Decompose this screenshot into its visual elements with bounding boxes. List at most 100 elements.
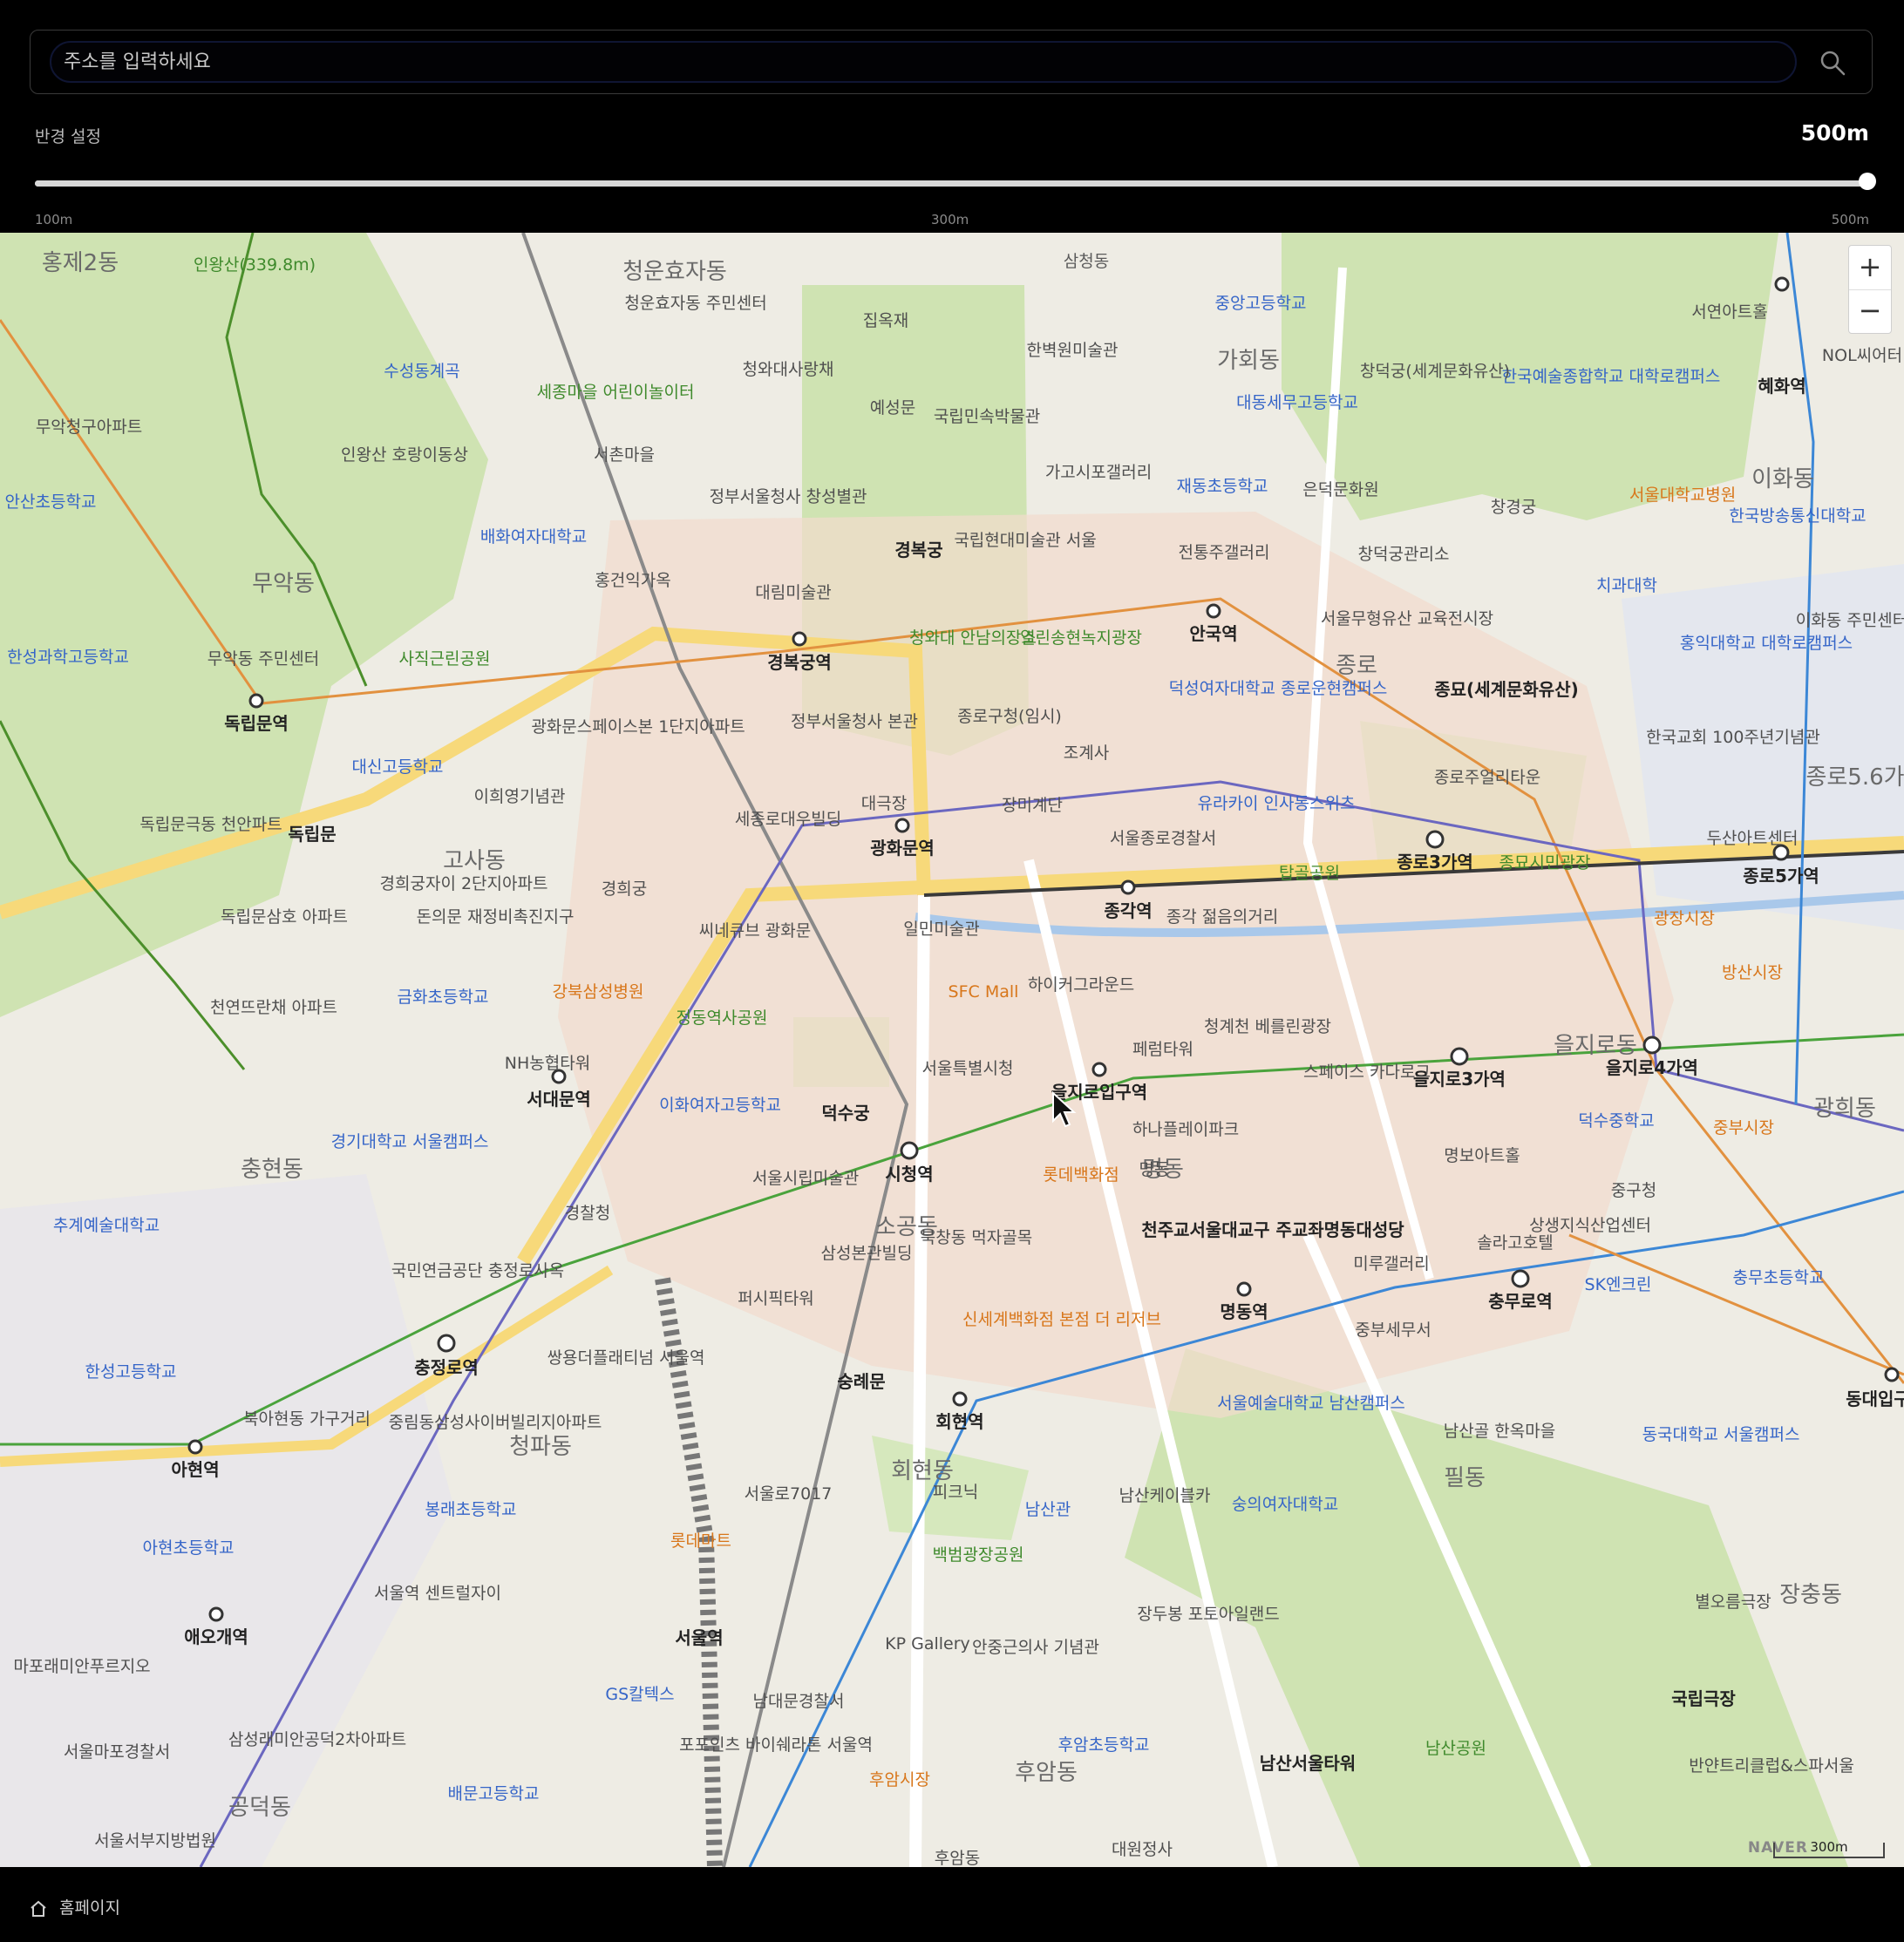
poi-label[interactable]: 강북삼성병원: [553, 979, 644, 1002]
poi-label[interactable]: 정부서울청사 창성별관: [710, 484, 867, 507]
poi-label[interactable]: 두산아트센터: [1707, 825, 1799, 849]
poi-label[interactable]: 배화여자대학교: [480, 524, 587, 547]
footer-home-link[interactable]: 홈페이지: [30, 1895, 120, 1918]
poi-label[interactable]: 방산시장: [1722, 960, 1783, 983]
poi-label[interactable]: 경희궁자이 2단지아파트: [380, 871, 548, 894]
poi-label[interactable]: 추계예술대학교: [53, 1212, 160, 1236]
poi-label[interactable]: 이화여자고등학교: [659, 1092, 781, 1116]
poi-label[interactable]: 남산서울타워: [1260, 1749, 1356, 1775]
poi-label[interactable]: 서울서부지방법원: [94, 1828, 216, 1851]
poi-label[interactable]: 종묘시민광장: [1499, 850, 1591, 873]
poi-label[interactable]: 천연뜨란채 아파트: [210, 995, 337, 1018]
poi-label[interactable]: 삼성본관빌딩: [821, 1240, 913, 1264]
poi-label[interactable]: 일민미술관: [903, 916, 979, 940]
poi-label[interactable]: 대동세무고등학교: [1236, 390, 1358, 413]
poi-label[interactable]: 퍼시픽타워: [738, 1286, 813, 1309]
poi-label[interactable]: 미루갤러리: [1353, 1251, 1429, 1274]
poi-label[interactable]: 인왕산 호랑이동상: [341, 442, 468, 465]
poi-label[interactable]: 세종마을 어린이놀이터: [537, 379, 695, 403]
station-label[interactable]: 충정로역: [414, 1354, 479, 1379]
poi-label[interactable]: 남산관: [1025, 1497, 1071, 1520]
poi-label[interactable]: 장미계단: [1002, 792, 1063, 816]
station-label[interactable]: 을지로4가역: [1606, 1054, 1698, 1079]
poi-label[interactable]: 장두봉 포토아일랜드: [1137, 1601, 1279, 1625]
poi-label[interactable]: 명보아트홀: [1444, 1143, 1520, 1166]
poi-label[interactable]: 동국대학교 서울캠퍼스: [1642, 1422, 1800, 1445]
poi-label[interactable]: 독립문: [288, 820, 336, 845]
poi-label[interactable]: SFC Mall: [949, 982, 1019, 1002]
poi-label[interactable]: 덕수중학교: [1578, 1108, 1654, 1131]
poi-label[interactable]: KP Gallery: [885, 1634, 970, 1653]
poi-label[interactable]: 마포래미안푸르지오: [13, 1653, 150, 1677]
poi-label[interactable]: 대원정사: [1112, 1837, 1173, 1860]
poi-label[interactable]: 중부세무서: [1355, 1317, 1431, 1341]
poi-label[interactable]: 광화문스페이스본 1단지아파트: [531, 714, 745, 737]
poi-label[interactable]: 한성고등학교: [85, 1359, 177, 1382]
poi-label[interactable]: 페럼타워: [1132, 1036, 1193, 1060]
poi-label[interactable]: 가고시포갤러리: [1045, 459, 1152, 483]
poi-label[interactable]: 조계사: [1064, 740, 1109, 764]
poi-label[interactable]: 남산케이블카: [1119, 1483, 1211, 1506]
poi-label[interactable]: 청와대 안남의장소: [909, 625, 1037, 648]
poi-label[interactable]: 롯데마트: [670, 1528, 731, 1552]
poi-label[interactable]: 무악동 주민센터: [207, 646, 319, 669]
poi-label[interactable]: 아현초등학교: [143, 1535, 235, 1558]
station-label[interactable]: 충무로역: [1488, 1287, 1553, 1313]
poi-label[interactable]: 경복궁: [894, 536, 942, 561]
poi-label[interactable]: 정동역사공원: [677, 1005, 768, 1029]
poi-label[interactable]: 대신고등학교: [352, 754, 444, 777]
search-input[interactable]: [50, 41, 1797, 83]
poi-label[interactable]: NOL씨어터: [1822, 343, 1902, 366]
poi-label[interactable]: 재동초등학교: [1177, 473, 1268, 497]
poi-label[interactable]: 북아현동 가구거리: [243, 1406, 371, 1429]
poi-label[interactable]: 숭의여자대학교: [1232, 1491, 1338, 1515]
poi-label[interactable]: SK엔크린: [1585, 1272, 1652, 1295]
station-label[interactable]: 아현역: [171, 1456, 219, 1481]
radius-slider-thumb[interactable]: [1859, 173, 1876, 190]
poi-label[interactable]: 서울대학교병원: [1629, 482, 1736, 506]
poi-label[interactable]: 서울시립미술관: [752, 1165, 859, 1189]
poi-label[interactable]: 종묘(세계문화유산): [1434, 676, 1578, 701]
map-view[interactable]: 홍제2동 청운효자동 삼청동 가회동 무악동 이화동 종로 종로5.6가 고사동…: [0, 233, 1904, 1867]
poi-label[interactable]: 신세계백화점 본점 더 리저브: [962, 1307, 1161, 1330]
station-label[interactable]: 명동역: [1220, 1298, 1268, 1323]
poi-label[interactable]: 무악청구아파트: [36, 414, 142, 438]
poi-label[interactable]: 숭례문: [837, 1368, 885, 1393]
station-label[interactable]: 광화문역: [870, 834, 935, 859]
poi-label[interactable]: 서연아트홀: [1691, 299, 1767, 323]
station-label[interactable]: 안국역: [1189, 620, 1237, 645]
poi-label[interactable]: 전통주갤러리: [1179, 540, 1270, 563]
poi-label[interactable]: 봉래초등학교: [425, 1497, 517, 1520]
poi-label[interactable]: NH농협타워: [505, 1050, 590, 1074]
poi-label[interactable]: 피크닉: [933, 1479, 978, 1503]
poi-label[interactable]: 별오름극장: [1695, 1589, 1771, 1613]
poi-label[interactable]: 정부서울청사 본관: [791, 709, 918, 732]
poi-label[interactable]: 종각 젊음의거리: [1166, 904, 1278, 927]
poi-label[interactable]: 백범광장공원: [933, 1542, 1024, 1565]
poi-label[interactable]: 대극장: [861, 791, 907, 814]
poi-label[interactable]: 사직근린공원: [399, 646, 491, 669]
poi-label[interactable]: 한국방송통신대학교: [1729, 503, 1866, 526]
poi-label[interactable]: 서울특별시청: [922, 1056, 1014, 1079]
poi-label[interactable]: 서울마포경찰서: [64, 1739, 170, 1762]
poi-label[interactable]: 열린송현녹지광장: [1020, 625, 1142, 648]
poi-label[interactable]: 청운효자동 주민센터: [624, 290, 766, 314]
poi-label[interactable]: 후암시장: [869, 1767, 930, 1790]
poi-label[interactable]: 덕성여자대학교 종로운현캠퍼스: [1169, 676, 1388, 699]
poi-label[interactable]: 홍익대학교 대학로캠퍼스: [1680, 630, 1853, 654]
poi-label[interactable]: 금화초등학교: [398, 984, 489, 1008]
poi-label[interactable]: 예성문: [870, 395, 915, 418]
poi-label[interactable]: 인왕산(339.8m): [194, 252, 316, 275]
poi-label[interactable]: 서촌마을: [594, 442, 655, 465]
poi-label[interactable]: 탑골공원: [1279, 860, 1340, 884]
station-label[interactable]: 서울역: [675, 1624, 723, 1649]
station-label[interactable]: 서대문역: [527, 1085, 591, 1110]
poi-label[interactable]: 집옥재: [863, 308, 908, 331]
poi-label[interactable]: 중구청: [1611, 1178, 1656, 1201]
poi-label[interactable]: 쌍용더플래티넘 서울역: [547, 1345, 705, 1368]
poi-label[interactable]: 한국예술종합학교 대학로캠퍼스: [1502, 363, 1721, 387]
poi-label[interactable]: 독립문삼호 아파트: [221, 904, 348, 927]
poi-label[interactable]: 이화동 주민센터: [1796, 608, 1904, 631]
station-label[interactable]: 동대입구: [1846, 1385, 1904, 1410]
poi-label[interactable]: 솔라고호텔: [1477, 1230, 1553, 1253]
